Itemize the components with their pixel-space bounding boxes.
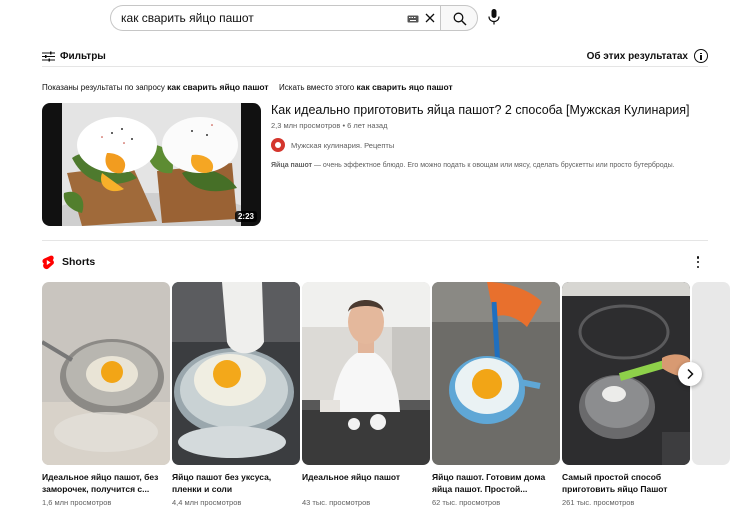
poached-eggs-image [62,103,241,226]
info-icon [694,49,708,63]
short-views: 62 тыс. просмотров [432,498,501,507]
sliders-icon [42,51,55,61]
short-title[interactable]: Самый простой способ приготовить яйцо Па… [562,471,688,495]
short-thumbnail[interactable] [432,282,560,465]
search-instead-prefix: Искать вместо этого [279,83,355,92]
video-meta: 2,3 млн просмотров • 6 лет назад [271,121,387,130]
video-title[interactable]: Как идеально приготовить яйца пашот? 2 с… [271,103,690,117]
channel-avatar[interactable] [271,138,285,152]
short-title[interactable]: Яйцо пашот без уксуса, пленки и соли [172,471,298,495]
short-views: 4,4 млн просмотров [172,498,242,507]
microphone-icon[interactable] [486,8,502,26]
video-thumbnail[interactable]: 2:23 [42,103,261,226]
clear-search-icon[interactable] [424,12,436,24]
divider [42,66,708,67]
shown-query-link[interactable]: как сварить яйцо пашот [167,82,268,92]
egg-in-bag-image [172,282,300,465]
shown-results-prefix: Показаны результаты по запросу [42,83,165,92]
shorts-shelf: Идеальное яйцо пашот, без заморочек, пол… [42,282,730,512]
search-input[interactable]: как сварить яйцо пашот [110,5,440,31]
filters-label: Фильтры [60,50,106,62]
search-instead-link[interactable]: как сварить яцо пашот [356,82,452,92]
video-views: 2,3 млн просмотров [271,121,341,130]
search-icon [453,12,467,26]
about-results-button[interactable]: Об этих результатах [587,46,708,66]
video-result[interactable]: 2:23 Как идеально приготовить яйца пашот… [42,103,708,226]
video-description: Яйца пашот — очень эффектное блюдо. Его … [271,162,675,169]
shorts-header: Shorts [42,253,708,271]
short-views: 43 тыс. просмотров [302,498,371,507]
short-title[interactable]: Яйцо пашот. Готовим дома яйца пашот. Про… [432,471,558,495]
chevron-right-icon [687,368,694,380]
more-options-icon[interactable] [696,256,700,268]
shorts-title: Shorts [62,256,96,268]
description-highlight: Яйца пашот [271,162,313,169]
short-thumbnail[interactable] [42,282,170,465]
about-results-label: Об этих результатах [586,50,688,62]
video-age: 6 лет назад [347,121,388,130]
search-query-text[interactable]: как сварить яйцо пашот [121,11,254,25]
search-button[interactable] [440,5,478,31]
channel-name[interactable]: Мужская кулинария. Рецепты [291,141,394,150]
short-card[interactable]: Самый простой способ приготовить яйцо Па… [562,282,690,512]
short-thumbnail[interactable] [302,282,430,465]
channel-link[interactable]: Мужская кулинария. Рецепты [271,138,394,152]
spelling-correction: Показаны результаты по запросу как свари… [42,82,453,92]
short-card[interactable]: Идеальное яйцо пашот, без заморочек, пол… [42,282,170,512]
short-title[interactable]: Идеальное яйцо пашот, без заморочек, пол… [42,471,168,495]
short-card[interactable]: Яйцо пашот без уксуса, пленки и соли 4,4… [172,282,300,512]
next-arrow-button[interactable] [678,362,702,386]
description-text: — очень эффектное блюдо. Его можно подат… [312,162,675,169]
divider [42,240,708,241]
egg-in-pan-image [562,282,690,465]
short-card[interactable] [692,282,730,512]
short-card[interactable]: Яйцо пашот. Готовим дома яйца пашот. Про… [432,282,560,512]
egg-in-cup-image [432,282,560,465]
keyboard-icon[interactable] [407,15,419,23]
short-thumbnail[interactable] [172,282,300,465]
video-duration: 2:23 [234,211,257,222]
filters-row: Фильтры Об этих результатах [42,46,708,66]
short-card[interactable]: Идеальное яйцо пашот 43 тыс. просмотров [302,282,430,512]
top-search-bar: как сварить яйцо пашот [0,0,730,36]
short-views: 1,6 млн просмотров [42,498,112,507]
short-title[interactable]: Идеальное яйцо пашот [302,471,428,483]
shorts-logo-icon [42,255,54,270]
short-thumbnail[interactable] [562,282,690,465]
egg-in-sieve-image [42,282,170,465]
chef-kitchen-image [302,282,430,465]
short-views: 261 тыс. просмотров [562,498,635,507]
filters-button[interactable]: Фильтры [42,46,106,66]
